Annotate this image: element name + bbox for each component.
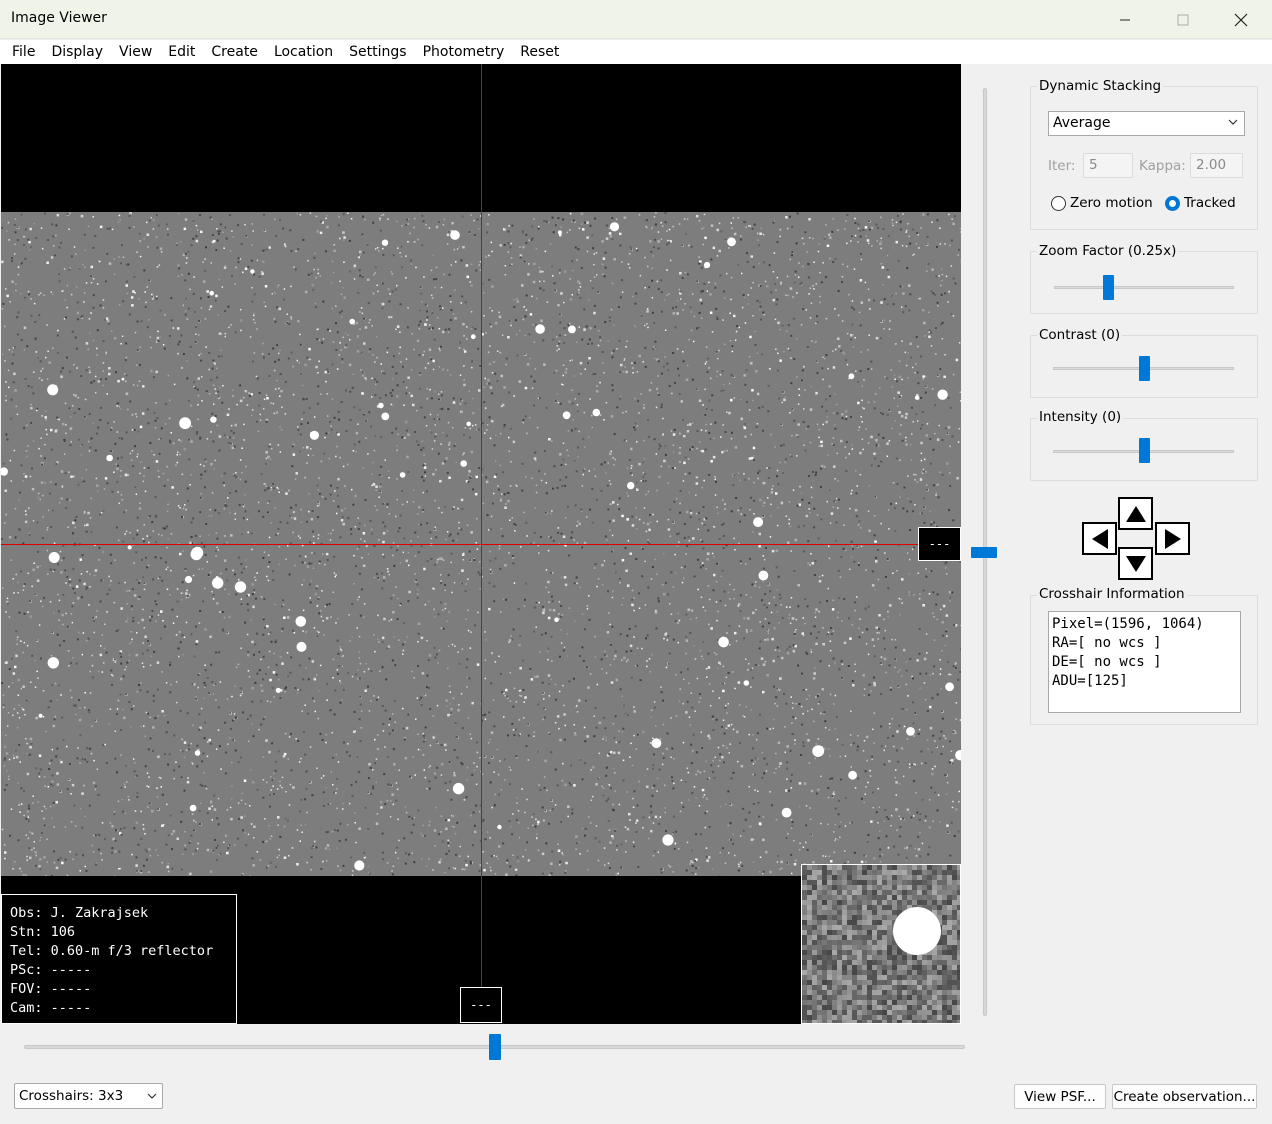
menu-view[interactable]: View <box>111 41 160 63</box>
menu-bar: File Display View Edit Create Location S… <box>0 40 1272 64</box>
create-observation-button[interactable]: Create observation... <box>1112 1084 1257 1109</box>
zero-motion-radio[interactable] <box>1051 196 1066 211</box>
info-telescope: Tel: 0.60-m f/3 reflector <box>10 943 214 959</box>
pan-up-button[interactable] <box>1118 497 1153 530</box>
menu-settings[interactable]: Settings <box>341 41 414 63</box>
info-camera: Cam: ----- <box>10 1000 92 1016</box>
pan-down-button[interactable] <box>1118 547 1153 580</box>
crosshair-vertical-line <box>481 64 482 988</box>
close-icon <box>1234 13 1248 26</box>
crosshairs-select[interactable]: Crosshairs: 3x3 <box>14 1083 163 1109</box>
minimize-button[interactable] <box>1096 0 1154 39</box>
tracked-label: Tracked <box>1184 195 1236 211</box>
dynamic-stacking-label: Dynamic Stacking <box>1037 78 1164 94</box>
intensity-slider-thumb[interactable] <box>1138 438 1150 463</box>
zoom-factor-group <box>1030 251 1258 314</box>
tracked-radio[interactable] <box>1165 196 1180 211</box>
kappa-field: 2.00 <box>1190 153 1243 178</box>
menu-display[interactable]: Display <box>43 41 111 63</box>
stacking-mode-dropdown[interactable]: Average <box>1048 111 1245 136</box>
de-readout: DE=[ no wcs ] <box>1052 654 1162 670</box>
minimize-icon <box>1120 19 1130 20</box>
chevron-down-icon <box>1227 116 1239 132</box>
intensity-label: Intensity (0) <box>1037 409 1124 425</box>
pan-left-button[interactable] <box>1082 522 1117 555</box>
menu-location[interactable]: Location <box>266 41 341 63</box>
kappa-label: Kappa: <box>1139 158 1186 174</box>
maximize-icon <box>1177 14 1189 25</box>
pixel-readout: Pixel=(1596, 1064) <box>1052 616 1204 632</box>
arrow-up-icon <box>1125 505 1146 522</box>
info-station: Stn: 106 <box>10 924 76 940</box>
image-canvas[interactable]: --- --- Obs: J. Zakrajsek Stn: 106 Tel: … <box>1 64 961 1024</box>
ra-readout: RA=[ no wcs ] <box>1052 635 1162 651</box>
info-fov: FOV: ----- <box>10 981 92 997</box>
horizontal-pan-slider-thumb[interactable] <box>488 1034 501 1060</box>
view-psf-button[interactable]: View PSF... <box>1014 1084 1106 1109</box>
menu-reset[interactable]: Reset <box>512 41 567 63</box>
window-title: Image Viewer <box>11 10 107 26</box>
crosshair-marker-right: --- <box>918 527 961 561</box>
zero-motion-label: Zero motion <box>1070 195 1153 211</box>
observation-info-box: Obs: J. Zakrajsek Stn: 106 Tel: 0.60-m f… <box>1 894 237 1024</box>
maximize-button[interactable] <box>1154 0 1212 39</box>
zoom-slider-track[interactable] <box>1054 286 1234 289</box>
vertical-pan-slider-thumb[interactable] <box>971 547 997 558</box>
zoom-slider-thumb[interactable] <box>1103 275 1114 300</box>
contrast-label: Contrast (0) <box>1037 327 1123 343</box>
chevron-down-icon <box>146 1090 158 1106</box>
zoom-thumbnail <box>801 864 961 1024</box>
crosshair-marker-bottom: --- <box>460 987 502 1023</box>
menu-photometry[interactable]: Photometry <box>415 41 513 63</box>
crosshair-horizontal-line <box>1 544 919 545</box>
menu-create[interactable]: Create <box>203 41 266 63</box>
adu-readout: ADU=[125] <box>1052 673 1128 689</box>
crosshair-info-label: Crosshair Information <box>1037 586 1187 602</box>
info-observer: Obs: J. Zakrajsek <box>10 905 149 921</box>
arrow-down-icon <box>1125 555 1146 572</box>
close-button[interactable] <box>1212 0 1270 39</box>
zoom-factor-label: Zoom Factor (0.25x) <box>1037 243 1179 259</box>
contrast-slider-thumb[interactable] <box>1138 356 1150 381</box>
menu-file[interactable]: File <box>4 41 43 63</box>
menu-edit[interactable]: Edit <box>160 41 203 63</box>
info-plate-scale: PSc: ----- <box>10 962 92 978</box>
crosshair-info-text: Pixel=(1596, 1064) RA=[ no wcs ] DE=[ no… <box>1048 611 1241 713</box>
title-bar: Image Viewer <box>0 0 1272 39</box>
iter-field: 5 <box>1083 153 1133 178</box>
arrow-right-icon <box>1164 528 1181 549</box>
arrow-left-icon <box>1091 528 1108 549</box>
iter-label: Iter: <box>1048 158 1076 174</box>
pan-right-button[interactable] <box>1155 522 1190 555</box>
